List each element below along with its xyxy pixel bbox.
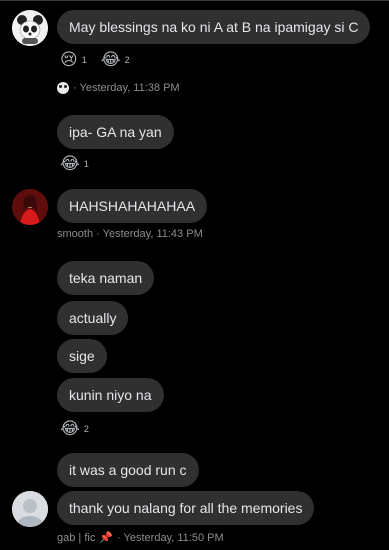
- reaction-row[interactable]: 😂 1: [60, 155, 89, 173]
- message-meta: gab | fic 📌 · Yesterday, 11:50 PM: [57, 531, 224, 545]
- reaction-count: 1: [81, 55, 87, 65]
- reaction-row[interactable]: 😂 2: [60, 420, 89, 438]
- reaction-row[interactable]: 😢 1 😂 2: [60, 51, 130, 69]
- message-meta: · Yesterday, 11:38 PM: [57, 82, 180, 94]
- message-bubble[interactable]: it was a good run c: [57, 453, 199, 487]
- tears-of-joy-icon: 😂: [60, 419, 80, 438]
- sender-name: gab | fic: [57, 531, 96, 544]
- message-bubble[interactable]: May blessings na ko ni A at B na ipamiga…: [57, 10, 371, 44]
- crying-face-icon: 😢: [60, 50, 78, 69]
- tears-of-joy-icon: 😂: [100, 50, 121, 69]
- timestamp: · Yesterday, 11:38 PM: [73, 82, 180, 94]
- reaction-count: 2: [83, 424, 89, 434]
- message-bubble[interactable]: ipa- GA na yan: [57, 115, 174, 149]
- tears-of-joy-icon: 😂: [60, 154, 80, 173]
- pushpin-icon: 📌: [99, 532, 114, 544]
- message-bubble[interactable]: HAHSHAHAHAHAA: [57, 189, 208, 223]
- message-bubble[interactable]: sige: [57, 339, 107, 373]
- blurred-avatar-icon[interactable]: [12, 491, 48, 527]
- panda-avatar-icon[interactable]: [12, 10, 48, 46]
- message-meta: smooth · Yesterday, 11:43 PM: [57, 228, 203, 240]
- reaction-count: 1: [83, 159, 89, 169]
- timestamp: · Yesterday, 11:50 PM: [117, 531, 224, 544]
- panda-avatar-icon: [57, 82, 69, 94]
- message-bubble[interactable]: thank you nalang for all the memories: [57, 491, 315, 525]
- red-dress-avatar-icon[interactable]: [12, 189, 48, 225]
- reaction-count: 2: [124, 55, 130, 65]
- divider: [0, 0, 389, 1]
- sender-and-timestamp: smooth · Yesterday, 11:43 PM: [57, 228, 203, 240]
- message-bubble[interactable]: teka naman: [57, 261, 155, 295]
- message-bubble[interactable]: actually: [57, 301, 129, 335]
- message-bubble[interactable]: kunin niyo na: [57, 378, 164, 412]
